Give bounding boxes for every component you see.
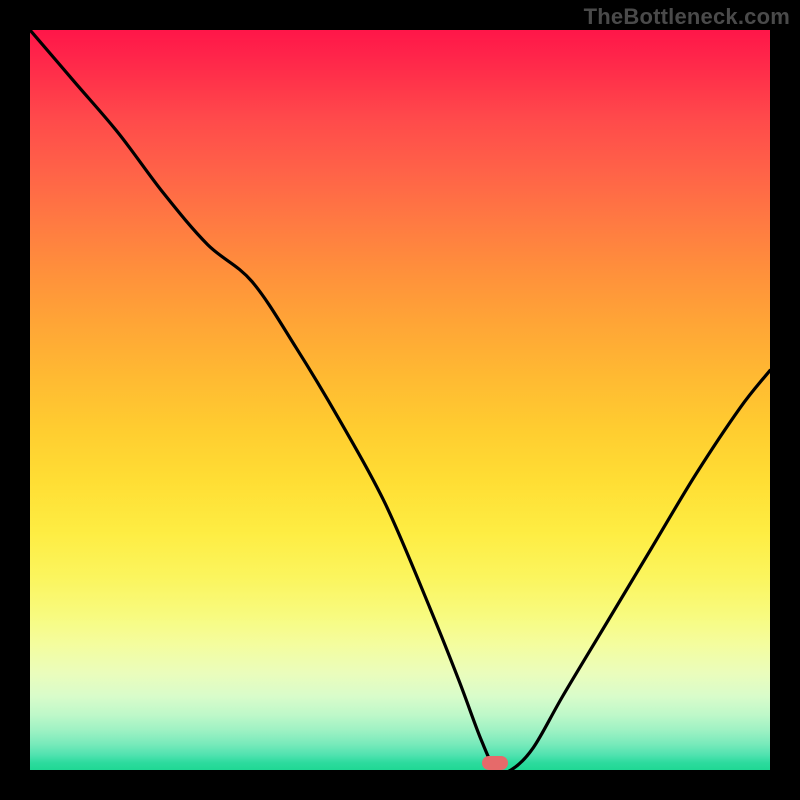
optimal-point-marker (482, 756, 508, 770)
bottleneck-curve-svg (30, 30, 770, 770)
chart-frame: TheBottleneck.com (0, 0, 800, 800)
plot-area (30, 30, 770, 770)
watermark-text: TheBottleneck.com (584, 4, 790, 30)
bottleneck-curve-path (30, 30, 770, 770)
